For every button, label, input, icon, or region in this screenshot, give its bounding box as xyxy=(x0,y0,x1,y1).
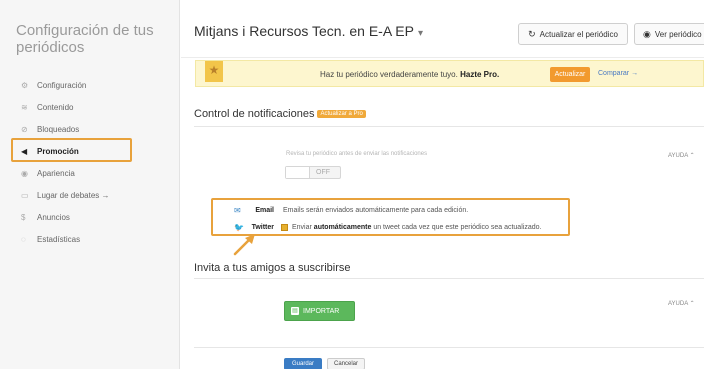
eye-icon: ◉ xyxy=(643,28,651,39)
toggle-knob xyxy=(286,167,310,178)
palette-icon: ◉ xyxy=(21,168,28,178)
layers-icon: ≋ xyxy=(21,102,28,112)
notifications-title-text: Control de notificaciones xyxy=(194,108,315,120)
view-button[interactable]: ◉ Ver periódico xyxy=(634,23,704,45)
notification-channels-box: ✉ Email Emails serán enviados automática… xyxy=(211,198,570,236)
dollar-icon: $ xyxy=(21,212,26,222)
sidebar-item-label: Estadísticas xyxy=(37,234,81,244)
twitter-label: Twitter xyxy=(251,223,274,231)
help-link[interactable]: AYUDA ⌃ xyxy=(668,152,695,159)
stats-icon: ◌ xyxy=(21,234,26,244)
divider xyxy=(194,126,704,127)
twitter-desc-suffix: un tweet cada vez que este periódico sea… xyxy=(373,223,542,231)
upgrade-pro-tag[interactable]: Actualizar a Pro xyxy=(317,110,366,119)
sidebar-title: Configuración de tus periódicos xyxy=(16,22,154,56)
view-button-label: Ver periódico xyxy=(654,29,702,39)
import-icon: ▤ xyxy=(291,307,299,315)
sidebar-item-label: Configuración xyxy=(37,80,87,90)
sidebar-item-anuncios[interactable]: $ Anuncios xyxy=(0,206,180,228)
twitter-desc-prefix: Enviar xyxy=(292,223,312,231)
twitter-checkbox[interactable] xyxy=(281,223,288,231)
compare-link[interactable]: Comparar → xyxy=(598,70,638,77)
sidebar-item-estadisticas[interactable]: ◌ Estadísticas xyxy=(0,228,180,250)
upgrade-button[interactable]: Actualizar xyxy=(550,67,590,82)
block-icon: ⊘ xyxy=(21,124,28,134)
sidebar: Configuración de tus periódicos ⚙ Config… xyxy=(0,0,180,369)
refresh-button-label: Actualizar el periódico xyxy=(539,29,618,39)
refresh-icon: ↻ xyxy=(528,28,536,39)
divider xyxy=(194,347,704,348)
site-title: Mitjans i Recursos Tecn. en E-A EP xyxy=(194,23,414,39)
sidebar-nav: ⚙ Configuración ≋ Contenido ⊘ Bloqueados… xyxy=(0,74,180,250)
import-button[interactable]: ▤ IMPORTAR xyxy=(284,301,355,321)
sidebar-item-label: Contenido xyxy=(37,102,74,112)
sidebar-item-label: Anuncios xyxy=(37,212,70,222)
import-button-label: IMPORTAR xyxy=(303,307,340,315)
review-toggle[interactable]: OFF xyxy=(285,166,341,179)
notifications-title: Control de notificaciones Actualizar a Pr… xyxy=(194,108,366,120)
sidebar-item-apariencia[interactable]: ◉ Apariencia xyxy=(0,162,180,184)
site-selector[interactable]: Mitjans i Recursos Tecn. en E-A EP ▾ xyxy=(194,23,423,39)
sidebar-item-lugar-de-debates[interactable]: ▭ Lugar de debates → xyxy=(0,184,180,206)
twitter-icon: 🐦 xyxy=(234,222,244,232)
sidebar-item-contenido[interactable]: ≋ Contenido xyxy=(0,96,180,118)
sidebar-item-label: Apariencia xyxy=(37,168,75,178)
save-button[interactable]: Guardar xyxy=(284,358,322,369)
sidebar-item-bloqueados[interactable]: ⊘ Bloqueados xyxy=(0,118,180,140)
promo-text: Haz tu periódico verdaderamente tuyo. Ha… xyxy=(320,70,499,79)
sidebar-item-promocion[interactable]: ◀ Promoción xyxy=(0,140,180,162)
header-bar: Mitjans i Recursos Tecn. en E-A EP ▾ ↻ Ac… xyxy=(181,0,704,58)
email-description: Emails serán enviados automáticamente pa… xyxy=(283,206,469,214)
help-link[interactable]: AYUDA ⌃ xyxy=(668,300,695,307)
sidebar-item-configuracion[interactable]: ⚙ Configuración xyxy=(0,74,180,96)
sidebar-item-label: Bloqueados xyxy=(37,124,80,134)
megaphone-icon: ◀ xyxy=(21,146,28,156)
sidebar-item-label: Promoción xyxy=(37,146,79,156)
help-label: AYUDA xyxy=(668,153,688,159)
divider xyxy=(194,278,704,279)
chevron-down-icon: ▾ xyxy=(417,28,423,39)
envelope-icon: ✉ xyxy=(234,205,241,215)
chat-icon: ▭ xyxy=(21,190,29,200)
twitter-desc-bold: automáticamente xyxy=(313,223,372,231)
cancel-button[interactable]: Cancelar xyxy=(327,358,365,369)
twitter-notification-row: 🐦 Twitter Enviar automáticamente un twee… xyxy=(213,220,568,234)
sliders-icon: ⚙ xyxy=(21,80,29,90)
email-label: Email xyxy=(255,206,274,214)
pro-promo-banner: ★ Haz tu periódico verdaderamente tuyo. … xyxy=(195,60,704,87)
twitter-description: Enviar automáticamente un tweet cada vez… xyxy=(292,224,541,231)
promo-text-bold: Hazte Pro. xyxy=(460,70,500,79)
email-notification-row: ✉ Email Emails serán enviados automática… xyxy=(213,203,568,217)
help-label: AYUDA xyxy=(668,301,688,307)
promo-text-prefix: Haz tu periódico verdaderamente tuyo. xyxy=(320,70,458,79)
notifications-hint: Revisa tu periódico antes de enviar las … xyxy=(286,151,428,157)
sidebar-item-label: Lugar de debates → xyxy=(37,190,110,200)
star-badge-icon: ★ xyxy=(205,61,223,82)
annotation-arrow-icon xyxy=(233,234,255,256)
invite-title: Invita a tus amigos a suscribirse xyxy=(194,262,351,274)
toggle-state: OFF xyxy=(316,169,330,176)
refresh-button[interactable]: ↻ Actualizar el periódico xyxy=(518,23,628,45)
